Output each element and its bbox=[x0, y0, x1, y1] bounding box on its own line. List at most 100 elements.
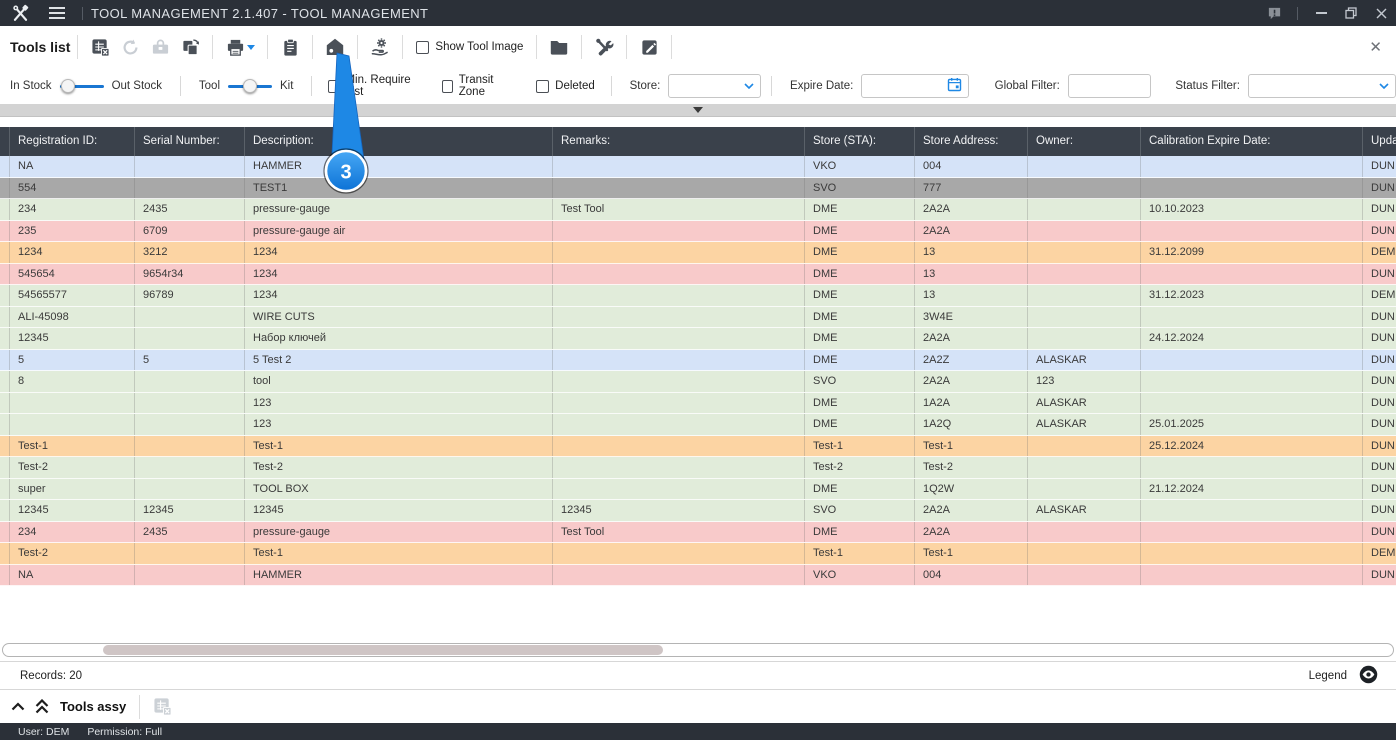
expand-panel-full-icon[interactable] bbox=[30, 695, 54, 719]
table-cell: 5 bbox=[135, 349, 245, 370]
hand-gear-icon[interactable] bbox=[365, 32, 395, 62]
table-row[interactable]: 234 2435 pressure-gauge Test Tool DME 2A2A DUN bbox=[0, 521, 1396, 543]
table-row[interactable]: 234 2435 pressure-gauge Test Tool DME 2A2A 10.… bbox=[0, 199, 1396, 221]
expire-date-field[interactable] bbox=[868, 75, 947, 97]
print-icon[interactable] bbox=[220, 32, 260, 62]
table-row[interactable]: 54565577 96789 1234 DME 13 31.12.2023 DEM bbox=[0, 285, 1396, 307]
table-row[interactable]: 555 Test 2 DME 2A2Z ALASKAR DUN bbox=[0, 349, 1396, 371]
checkbox-icon[interactable] bbox=[536, 79, 550, 93]
folder-icon[interactable] bbox=[544, 32, 574, 62]
row-selector[interactable] bbox=[0, 349, 10, 370]
store-select[interactable] bbox=[668, 74, 762, 98]
table-cell bbox=[1028, 156, 1141, 177]
transit-zone-checkbox[interactable]: Transit Zone bbox=[441, 74, 513, 98]
column-header[interactable]: Description: bbox=[245, 127, 553, 156]
deleted-checkbox[interactable]: Deleted bbox=[536, 79, 595, 93]
table-cell: HAMMER bbox=[245, 156, 553, 177]
table-row[interactable]: 12345 12345 12345 12345 SVO 2A2A ALASKAR DUN bbox=[0, 500, 1396, 522]
expand-panel-icon[interactable] bbox=[6, 695, 30, 719]
global-filter-field[interactable] bbox=[1074, 75, 1145, 97]
row-selector[interactable] bbox=[0, 564, 10, 585]
row-selector[interactable] bbox=[0, 199, 10, 220]
copy-icon[interactable] bbox=[175, 32, 205, 62]
print-options-caret-icon[interactable] bbox=[246, 44, 255, 50]
table-row[interactable]: 1234 3212 1234 DME 13 31.12.2099 DEM bbox=[0, 242, 1396, 264]
table-row[interactable]: ALI-45098 WIRE CUTS DME 3W4E DUN bbox=[0, 306, 1396, 328]
table-cell bbox=[1141, 156, 1363, 177]
table-cell bbox=[553, 543, 805, 564]
row-selector[interactable] bbox=[0, 285, 10, 306]
row-selector[interactable] bbox=[0, 371, 10, 392]
row-selector[interactable] bbox=[0, 478, 10, 499]
table-cell bbox=[553, 285, 805, 306]
table-row[interactable]: 123 DME 1A2A ALASKAR DUN bbox=[0, 392, 1396, 414]
menu-hamburger-icon[interactable] bbox=[40, 7, 74, 19]
table-row[interactable]: super TOOL BOX DME 1Q2W 21.12.2024 DUN bbox=[0, 478, 1396, 500]
column-header[interactable]: Store Address: bbox=[915, 127, 1028, 156]
checkbox-icon[interactable] bbox=[441, 79, 453, 93]
table-row[interactable]: Test-2 Test-1 Test-1 Test-1 DEM bbox=[0, 543, 1396, 565]
horizontal-scrollbar[interactable] bbox=[2, 643, 1394, 657]
table-cell: DUN bbox=[1371, 224, 1395, 237]
checkbox-icon[interactable] bbox=[328, 79, 340, 93]
row-selector[interactable] bbox=[0, 306, 10, 327]
table-cell bbox=[135, 177, 245, 198]
row-selector[interactable] bbox=[0, 435, 10, 456]
expire-date-input[interactable] bbox=[861, 74, 969, 98]
stock-toggle[interactable] bbox=[59, 78, 104, 94]
show-tool-image-checkbox[interactable]: Show Tool Image bbox=[416, 40, 523, 54]
table-row[interactable]: NA HAMMER VKO 004 DUN bbox=[0, 156, 1396, 178]
row-selector[interactable] bbox=[0, 500, 10, 521]
feedback-icon[interactable] bbox=[1259, 0, 1289, 26]
row-selector[interactable] bbox=[0, 414, 10, 435]
table-cell: super bbox=[10, 478, 135, 499]
table-cell: 2A2A bbox=[915, 500, 1028, 521]
row-selector[interactable] bbox=[0, 220, 10, 241]
table-row[interactable]: Test-2 Test-2 Test-2 Test-2 DUN bbox=[0, 457, 1396, 479]
row-selector[interactable] bbox=[0, 242, 10, 263]
column-header[interactable]: Upda bbox=[1363, 127, 1396, 156]
row-selector[interactable] bbox=[0, 457, 10, 478]
row-selector[interactable] bbox=[0, 392, 10, 413]
column-header[interactable]: Store (STA): bbox=[805, 127, 915, 156]
calendar-icon[interactable] bbox=[947, 77, 962, 95]
close-window-button[interactable] bbox=[1366, 0, 1396, 26]
scrollbar-thumb[interactable] bbox=[103, 645, 663, 655]
chevron-down-icon bbox=[744, 80, 754, 92]
checkbox-icon[interactable] bbox=[416, 40, 430, 54]
table-row[interactable]: 235 6709 pressure-gauge air DME 2A2A DUN bbox=[0, 220, 1396, 242]
row-selector[interactable] bbox=[0, 328, 10, 349]
export-excel-icon[interactable] bbox=[85, 32, 115, 62]
column-header[interactable]: Calibration Expire Date: bbox=[1141, 127, 1363, 156]
row-selector[interactable] bbox=[0, 521, 10, 542]
row-selector[interactable] bbox=[0, 543, 10, 564]
table-row[interactable]: Test-1 Test-1 Test-1 Test-1 25.12.2024 DUN bbox=[0, 435, 1396, 457]
table-row[interactable]: 545654 9654r34 1234 DME 13 DUN bbox=[0, 263, 1396, 285]
restore-button[interactable] bbox=[1336, 0, 1366, 26]
row-selector[interactable] bbox=[0, 156, 10, 177]
table-row[interactable]: 123 DME 1A2Q ALASKAR 25.01.2025 DUN bbox=[0, 414, 1396, 436]
row-selector[interactable] bbox=[0, 177, 10, 198]
status-filter-select[interactable] bbox=[1247, 74, 1396, 98]
tools-icon[interactable] bbox=[589, 32, 619, 62]
global-filter-input[interactable] bbox=[1067, 74, 1152, 98]
tool-kit-toggle[interactable] bbox=[228, 78, 273, 94]
minimize-button[interactable] bbox=[1306, 0, 1336, 26]
column-header[interactable]: Owner: bbox=[1028, 127, 1141, 156]
column-header[interactable]: Registration ID: bbox=[10, 127, 135, 156]
table-row[interactable]: 554 TEST1 SVO 777 DUN bbox=[0, 177, 1396, 199]
filter-splitter-handle[interactable] bbox=[0, 104, 1396, 117]
table-row[interactable]: NA HAMMER VKO 004 DUN bbox=[0, 564, 1396, 586]
column-header[interactable]: Serial Number: bbox=[135, 127, 245, 156]
paste-icon[interactable] bbox=[275, 32, 305, 62]
edit-clipboard-icon[interactable] bbox=[634, 32, 664, 62]
min-require-list-checkbox[interactable]: Min. Require List bbox=[328, 74, 417, 98]
legend-eye-icon[interactable] bbox=[1359, 665, 1378, 687]
table-row[interactable]: 12345 Набор ключей DME 2A2A 24.12.2024 DUN bbox=[0, 328, 1396, 350]
row-selector[interactable] bbox=[0, 263, 10, 284]
home-icon[interactable] bbox=[320, 32, 350, 62]
table-cell bbox=[1028, 564, 1141, 585]
column-header[interactable]: Remarks: bbox=[553, 127, 805, 156]
panel-close-icon[interactable]: ✕ bbox=[1369, 38, 1382, 56]
table-row[interactable]: 8 tool SVO 2A2A 123 DUN bbox=[0, 371, 1396, 393]
